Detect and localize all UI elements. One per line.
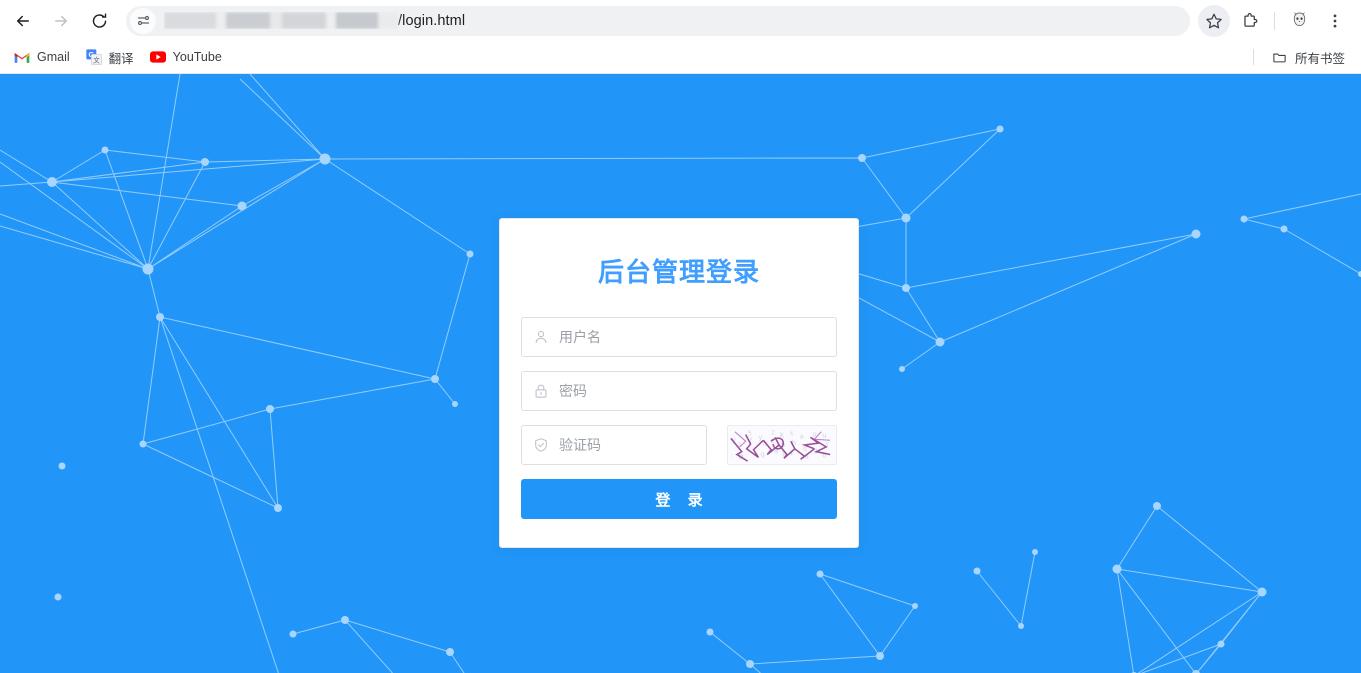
shield-check-icon [532,436,550,454]
bookmark-gmail[interactable]: Gmail [6,45,78,69]
username-field-row [521,317,837,357]
svg-text:u: u [822,431,826,439]
google-translate-icon: G 文 [85,49,102,65]
bookmark-label: YouTube [172,50,222,64]
browser-toolbar: /login.html [0,0,1361,41]
extensions-icon [1244,12,1258,27]
address-bar[interactable]: /login.html [126,5,1190,36]
svg-text:z: z [771,429,775,437]
tune-sliders-icon [137,15,149,26]
page-viewport: 后台管理登录 用户名 验证码 y 3: b 5 f y h q z e 4 k… [0,74,1361,673]
bookmark-label: 翻译 [108,51,134,66]
bookmark-translate[interactable]: G 文 翻译 [78,45,142,69]
youtube-icon [149,49,166,65]
svg-text:q: q [760,450,764,458]
gmail-icon [14,49,30,65]
folder-icon [1272,49,1288,65]
profile-avatar-icon [1293,12,1305,26]
profile-avatar-button[interactable] [1283,5,1315,37]
bookmark-star-button[interactable] [1198,4,1230,37]
lock-icon [532,382,550,400]
captcha-field-row: y 3 : b 5 f y h q z e 4 k b R k h [521,425,837,465]
password-field-row [521,371,837,411]
forward-button[interactable] [45,5,77,37]
extensions-button[interactable] [1234,5,1266,37]
svg-text:k: k [790,430,794,438]
site-info-button[interactable] [130,7,156,34]
kebab-menu-button[interactable] [1319,5,1351,37]
username-input[interactable] [559,318,826,356]
svg-text:a: a [800,432,804,440]
captcha-input-wrapper[interactable] [521,425,707,465]
all-bookmarks-button[interactable]: 所有书签 [1264,45,1353,69]
captcha-image[interactable]: y 3 : b 5 f y h q z e 4 k b R k h 4 a q … [727,425,837,465]
back-button[interactable] [7,5,39,37]
username-input-wrapper[interactable] [521,317,837,357]
svg-text::: : [731,451,733,459]
captcha-input[interactable] [559,426,696,464]
url-redacted-host [164,12,398,29]
page-title: 后台管理登录 [597,258,760,288]
kebab-menu-icon [1333,14,1337,27]
bookmarks-divider [1252,49,1254,65]
url-text: /login.html [164,12,465,29]
svg-text:文: 文 [93,55,100,64]
bookmark-star-icon [1206,13,1222,28]
browser-chrome: /login.html Gmail 文 翻译 YouTube 所有书签 [0,0,1361,74]
login-card: 后台管理登录 用户名 验证码 y 3: b 5 f y h q z e 4 k… [499,218,859,548]
back-arrow-icon [17,15,29,26]
reload-icon [92,13,106,28]
toolbar-divider [1274,11,1275,30]
password-input-wrapper[interactable] [521,371,837,411]
bookmarks-bar: Gmail G 文 翻译 YouTube [0,41,1361,74]
url-path: /login.html [398,12,466,29]
user-icon [532,328,550,346]
forward-arrow-icon [55,15,67,26]
reload-button[interactable] [83,5,115,37]
login-submit-button[interactable]: 登 录 [521,479,837,519]
all-bookmarks-label: 所有书签 [1294,51,1345,66]
password-input[interactable] [559,372,826,410]
bookmark-youtube[interactable]: YouTube [142,45,230,69]
bookmark-label: Gmail [37,50,70,64]
